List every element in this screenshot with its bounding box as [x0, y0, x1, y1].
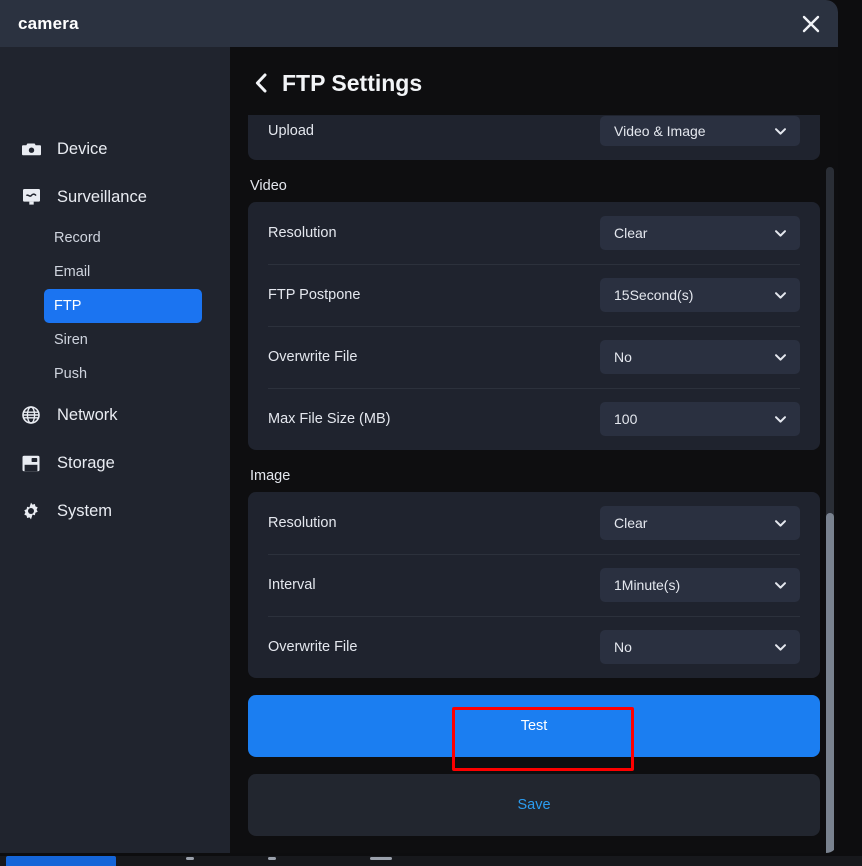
- title-bar: camera: [0, 0, 838, 47]
- select-value: 100: [614, 411, 638, 427]
- video-card: Resolution Clear FTP Postpone 15Second(s…: [248, 202, 820, 450]
- section-title-video: Video: [250, 178, 287, 194]
- page-header: FTP Settings: [230, 47, 838, 119]
- globe-icon: [22, 405, 46, 425]
- row-label: Interval: [268, 577, 316, 593]
- row-label: Resolution: [268, 515, 337, 531]
- test-button[interactable]: Test: [248, 695, 820, 757]
- setting-row-max-file-size: Max File Size (MB) 100: [268, 388, 800, 450]
- sidebar-nav: Device Surveillance Record Email FTP Sir…: [0, 47, 230, 535]
- upload-card: Upload Video & Image: [248, 115, 820, 160]
- gear-icon: [22, 501, 46, 521]
- settings-scroll-area: Upload Video & Image Video Resolution Cl…: [230, 115, 838, 836]
- monitor-icon: [22, 187, 46, 207]
- select-value: 15Second(s): [614, 287, 694, 303]
- image-resolution-select[interactable]: Clear: [600, 506, 800, 540]
- select-value: No: [614, 639, 632, 655]
- sidebar-item-siren[interactable]: Siren: [44, 323, 202, 357]
- chevron-down-icon: [774, 579, 787, 592]
- taskbar-item[interactable]: [268, 857, 276, 860]
- select-value: No: [614, 349, 632, 365]
- row-label: FTP Postpone: [268, 287, 361, 303]
- sidebar-item-label: Network: [57, 405, 118, 424]
- chevron-down-icon: [774, 227, 787, 240]
- row-label: Overwrite File: [268, 639, 358, 655]
- chevron-down-icon: [774, 641, 787, 654]
- sidebar-item-label: Email: [54, 264, 91, 280]
- setting-row-interval: Interval 1Minute(s): [268, 554, 800, 616]
- setting-row-upload: Upload Video & Image: [268, 115, 800, 147]
- sidebar-item-label: Surveillance: [57, 187, 147, 206]
- image-overwrite-file-select[interactable]: No: [600, 630, 800, 664]
- setting-row-image-overwrite-file: Overwrite File No: [268, 616, 800, 678]
- ftp-postpone-select[interactable]: 15Second(s): [600, 278, 800, 312]
- content-panel: FTP Settings Upload Video & Image Video …: [230, 47, 838, 853]
- image-card: Resolution Clear Interval 1Minute(s) Ove…: [248, 492, 820, 678]
- camera-icon: [22, 139, 46, 159]
- setting-row-video-resolution: Resolution Clear: [268, 202, 800, 264]
- upload-select[interactable]: Video & Image: [600, 116, 800, 146]
- sidebar-item-label: Storage: [57, 453, 115, 472]
- video-resolution-select[interactable]: Clear: [600, 216, 800, 250]
- desktop-taskbar: [0, 856, 862, 866]
- select-value: 1Minute(s): [614, 577, 681, 593]
- sidebar-item-email[interactable]: Email: [44, 255, 202, 289]
- sidebar-item-record[interactable]: Record: [44, 221, 202, 255]
- sidebar-item-network[interactable]: Network: [0, 391, 230, 439]
- sidebar-item-push[interactable]: Push: [44, 357, 202, 391]
- chevron-down-icon: [774, 517, 787, 530]
- save-button[interactable]: Save: [248, 774, 820, 836]
- scrollbar-thumb[interactable]: [826, 513, 834, 853]
- close-button[interactable]: [784, 0, 838, 47]
- floppy-disk-icon: [22, 453, 46, 473]
- sidebar-item-ftp[interactable]: FTP: [44, 289, 202, 323]
- app-title: camera: [18, 13, 79, 33]
- sidebar-item-system[interactable]: System: [0, 487, 230, 535]
- row-label: Max File Size (MB): [268, 411, 391, 427]
- sidebar-item-label: FTP: [54, 298, 82, 314]
- video-overwrite-file-select[interactable]: No: [600, 340, 800, 374]
- camera-app-window: camera Device Surveillance Record Email …: [0, 0, 838, 853]
- setting-row-image-resolution: Resolution Clear: [268, 492, 800, 554]
- chevron-down-icon: [774, 351, 787, 364]
- select-value: Video & Image: [614, 123, 706, 139]
- section-title-image: Image: [250, 468, 291, 484]
- sidebar: Device Surveillance Record Email FTP Sir…: [0, 47, 230, 853]
- chevron-down-icon: [774, 125, 787, 138]
- row-label: Overwrite File: [268, 349, 358, 365]
- sidebar-item-storage[interactable]: Storage: [0, 439, 230, 487]
- sidebar-item-label: Siren: [54, 332, 88, 348]
- row-label: Resolution: [268, 225, 337, 241]
- sidebar-item-label: Device: [57, 139, 108, 158]
- taskbar-active-window[interactable]: [6, 856, 116, 866]
- sidebar-item-device[interactable]: Device: [0, 125, 230, 173]
- setting-row-ftp-postpone: FTP Postpone 15Second(s): [268, 264, 800, 326]
- page-title: FTP Settings: [282, 69, 423, 96]
- setting-row-video-overwrite-file: Overwrite File No: [268, 326, 800, 388]
- save-button-label: Save: [517, 797, 551, 813]
- sidebar-item-label: Record: [54, 230, 101, 246]
- chevron-down-icon: [774, 289, 787, 302]
- select-value: Clear: [614, 225, 648, 241]
- row-label: Upload: [268, 123, 314, 139]
- close-icon: [800, 13, 822, 35]
- chevron-left-icon[interactable]: [250, 71, 270, 95]
- test-button-label: Test: [520, 718, 548, 734]
- select-value: Clear: [614, 515, 648, 531]
- chevron-down-icon: [774, 413, 787, 426]
- taskbar-item[interactable]: [370, 857, 392, 860]
- sidebar-item-label: System: [57, 501, 113, 520]
- max-file-size-select[interactable]: 100: [600, 402, 800, 436]
- taskbar-item[interactable]: [186, 857, 194, 860]
- interval-select[interactable]: 1Minute(s): [600, 568, 800, 602]
- sidebar-item-label: Push: [54, 366, 88, 382]
- screen: camera Device Surveillance Record Email …: [0, 0, 862, 866]
- sidebar-item-surveillance[interactable]: Surveillance: [0, 173, 230, 221]
